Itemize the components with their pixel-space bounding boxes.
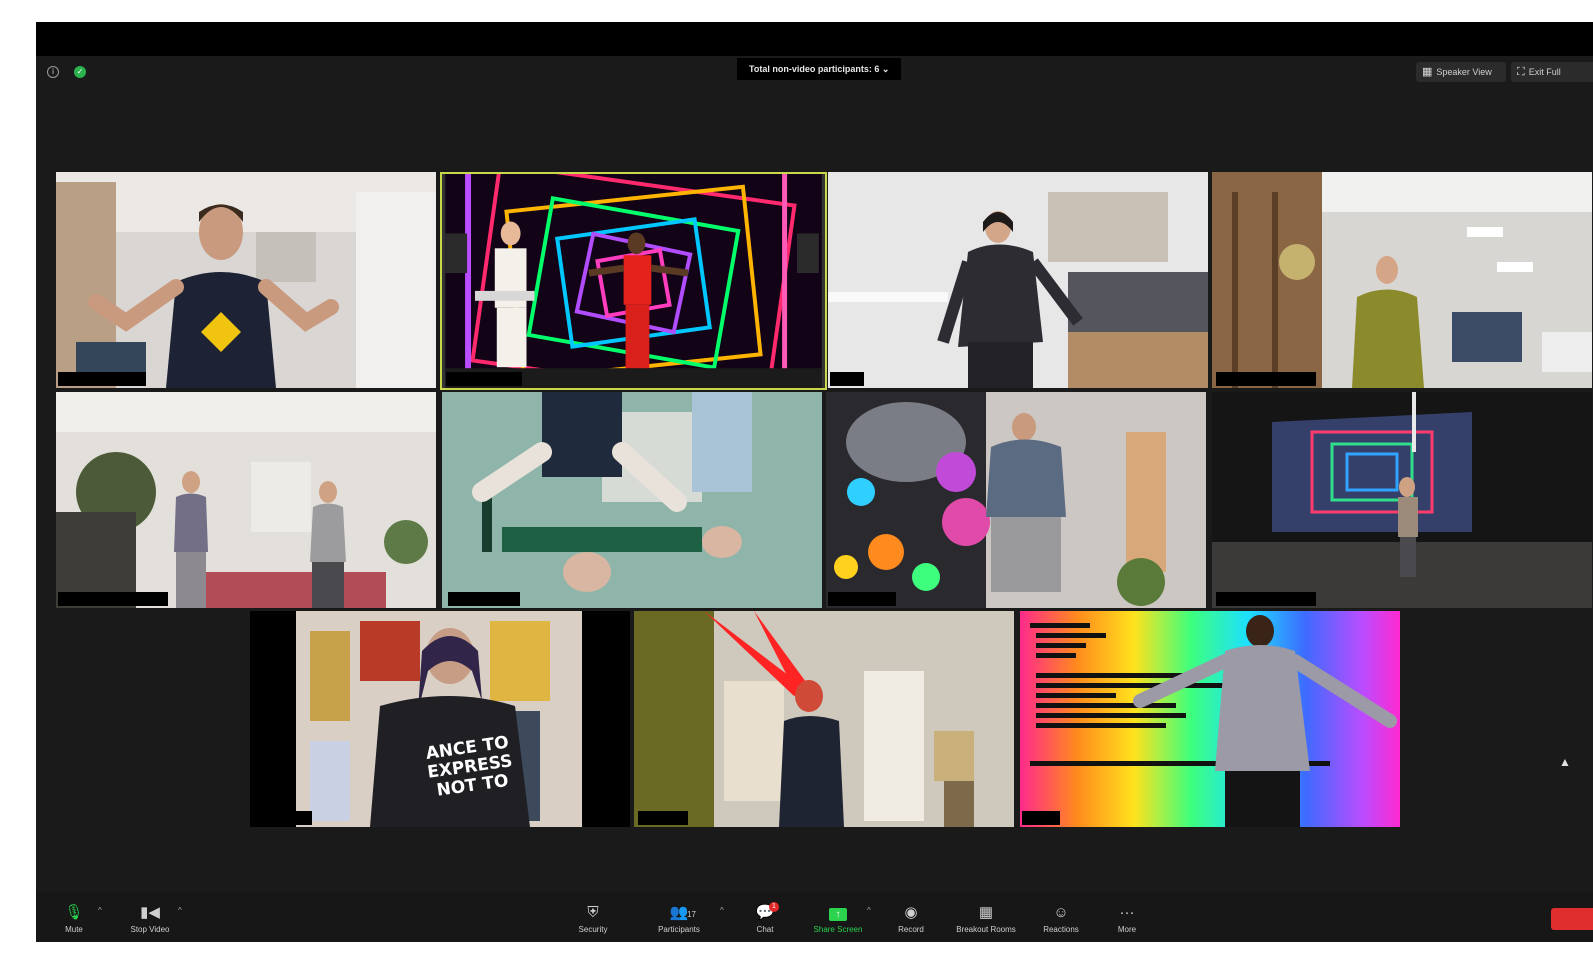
video-feed (1212, 392, 1592, 608)
chat-unread-badge: 1 (769, 902, 779, 912)
microphone-icon: 🎙 (64, 904, 84, 921)
participants-count: 17 (687, 910, 696, 919)
grid-icon: ▦ (978, 904, 994, 921)
participant-name-redacted (58, 592, 168, 606)
info-icon[interactable]: i (47, 66, 59, 78)
chat-bubble-icon: 💬 1 (725, 902, 805, 924)
video-tile[interactable] (826, 392, 1206, 608)
security-shield-icon: ⛨ (587, 904, 599, 921)
ellipsis-icon: ··· (1119, 904, 1135, 921)
participants-label: Participants (658, 925, 700, 934)
participant-name-redacted (828, 592, 896, 606)
share-screen-button[interactable]: ↑ Share Screen (798, 902, 878, 936)
chat-button[interactable]: 💬 1 Chat (725, 902, 805, 936)
speaker-view-icon: ▦ (1422, 66, 1433, 78)
speaker-view-button[interactable]: ▦ Speaker View (1416, 62, 1506, 82)
shield-icon[interactable]: ✓ (74, 66, 86, 78)
video-tile[interactable] (828, 172, 1208, 388)
video-feed (828, 172, 1208, 388)
share-screen-icon: ↑ (798, 902, 878, 924)
video-options-chevron-icon[interactable]: ^ (178, 906, 182, 915)
video-tile[interactable] (1020, 611, 1400, 827)
mute-label: Mute (65, 925, 83, 934)
video-tile[interactable] (442, 392, 822, 608)
video-feed (442, 392, 822, 608)
audio-options-chevron-icon[interactable]: ^ (98, 906, 102, 915)
breakout-rooms-button[interactable]: ▦ Breakout Rooms (946, 902, 1026, 936)
end-meeting-button[interactable] (1551, 908, 1593, 930)
breakout-rooms-label: Breakout Rooms (956, 925, 1016, 934)
video-feed (56, 392, 436, 608)
exit-fullscreen-icon: ⛶ (1517, 66, 1525, 78)
record-label: Record (898, 925, 924, 934)
stop-video-label: Stop Video (130, 925, 170, 934)
record-button[interactable]: ◉ Record (871, 902, 951, 936)
share-screen-label: Share Screen (813, 925, 863, 934)
exit-fullscreen-label: Exit Full (1528, 67, 1561, 77)
record-icon: ◉ (904, 904, 918, 921)
video-feed (445, 174, 822, 388)
video-tile[interactable] (56, 172, 436, 388)
video-feed (634, 611, 1014, 827)
zoom-meeting-window: i ✓ Total non-video participants: 6 ⌄ ▦ S… (36, 22, 1593, 942)
security-button[interactable]: ⛨ Security (553, 902, 633, 936)
video-tile[interactable] (56, 392, 436, 608)
video-feed (56, 172, 436, 388)
security-label: Security (578, 925, 608, 934)
non-video-participants-dropdown[interactable]: Total non-video participants: 6 ⌄ (737, 58, 902, 80)
participant-name-redacted (830, 372, 864, 386)
participant-name-redacted (638, 811, 688, 825)
exit-fullscreen-button[interactable]: ⛶ Exit Full (1511, 62, 1593, 82)
participant-name-redacted (446, 372, 522, 386)
video-tile-active-speaker[interactable] (440, 172, 827, 390)
participant-name-redacted (1216, 372, 1316, 386)
video-tile[interactable] (634, 611, 1014, 827)
participant-name-redacted (58, 372, 146, 386)
video-feed (1212, 172, 1592, 388)
participant-name-redacted (448, 592, 520, 606)
video-feed (1020, 611, 1400, 827)
more-button[interactable]: ··· More (1087, 902, 1167, 936)
participants-banner-label: Total non-video participants: 6 (749, 64, 880, 74)
cursor-icon: ▲ (1559, 755, 1571, 769)
video-feed (826, 392, 1206, 608)
participant-name-redacted (1216, 592, 1316, 606)
top-black-strip (36, 22, 1593, 56)
mute-button[interactable]: 🎙 Mute (34, 902, 114, 936)
participants-chevron-icon[interactable]: ^ (720, 906, 724, 915)
speaker-view-label: Speaker View (1436, 67, 1492, 77)
chevron-down-icon: ⌄ (881, 64, 890, 74)
participants-button[interactable]: 👥 17 Participants (639, 902, 719, 936)
more-label: More (1117, 925, 1137, 934)
video-tile[interactable]: ANCE TO EXPRESS NOT TO (250, 611, 630, 827)
participant-name-redacted (1022, 811, 1060, 825)
video-tile[interactable] (1212, 172, 1592, 388)
chat-label: Chat (756, 925, 774, 934)
participants-icon: 👥 17 (639, 902, 719, 924)
participant-name-redacted (252, 811, 312, 825)
video-tile[interactable] (1212, 392, 1592, 608)
